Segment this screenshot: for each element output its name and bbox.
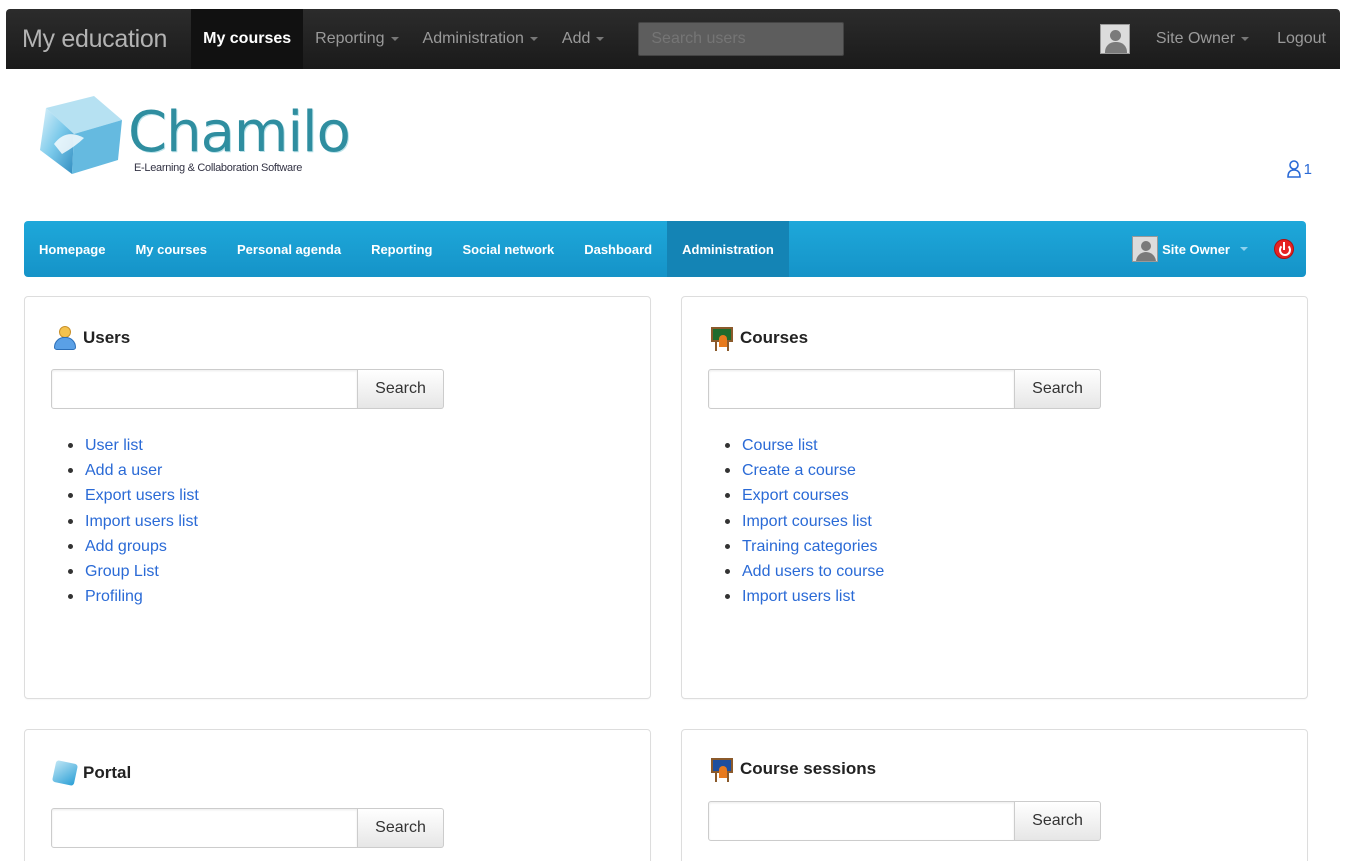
sessions-panel: Course sessions Search <box>681 729 1308 861</box>
nav-label: Administration <box>682 241 774 257</box>
nav-homepage[interactable]: Homepage <box>24 221 120 277</box>
topnav-label: Administration <box>422 30 524 47</box>
nav-personal-agenda[interactable]: Personal agenda <box>222 221 356 277</box>
sessions-search: Search <box>708 801 1101 841</box>
portal-icon <box>51 759 79 787</box>
link-add-users-to-course[interactable]: Add users to course <box>722 559 884 584</box>
user-menu[interactable]: Site Owner <box>1155 30 1250 48</box>
caret-down-icon <box>1240 247 1248 251</box>
top-navbar: My education My courses Reporting Admini… <box>6 9 1340 69</box>
link-course-list[interactable]: Course list <box>722 433 884 458</box>
logo-cube-icon <box>40 96 122 174</box>
portal-panel: Portal Search <box>24 729 651 861</box>
link-add-user[interactable]: Add a user <box>65 458 199 483</box>
topnav-administration[interactable]: Administration <box>411 9 550 69</box>
courses-search-button[interactable]: Search <box>1015 369 1101 409</box>
nav-label: Reporting <box>371 241 433 257</box>
main-navbar: Homepage My courses Personal agenda Repo… <box>24 221 1306 277</box>
courses-links: Course list Create a course Export cours… <box>722 433 884 609</box>
search-users-input[interactable] <box>638 22 845 56</box>
caret-down-icon <box>390 37 399 41</box>
notification-count: 1 <box>1303 160 1312 178</box>
courses-icon <box>708 325 736 351</box>
users-links: User list Add a user Export users list I… <box>65 433 199 609</box>
link-user-list[interactable]: User list <box>65 433 199 458</box>
nav-user-menu[interactable]: Site Owner <box>1132 236 1248 262</box>
topnav-add[interactable]: Add <box>550 9 616 69</box>
panel-title-text: Users <box>83 328 131 347</box>
power-icon[interactable] <box>1274 239 1294 259</box>
link-import-users-list[interactable]: Import users list <box>722 584 884 609</box>
link-add-groups[interactable]: Add groups <box>65 534 199 559</box>
link-create-course[interactable]: Create a course <box>722 458 884 483</box>
panel-title-text: Courses <box>740 328 809 347</box>
nav-reporting[interactable]: Reporting <box>356 221 447 277</box>
topnav-label: Reporting <box>315 30 385 47</box>
nav-label: Personal agenda <box>237 241 342 257</box>
panel-title: Course sessions <box>708 756 876 782</box>
courses-search: Search <box>708 369 1101 409</box>
nav-my-courses[interactable]: My courses <box>120 221 222 277</box>
topnav-label: My courses <box>203 30 292 47</box>
link-group-list[interactable]: Group List <box>65 559 199 584</box>
courses-panel: Courses Search Course list Create a cour… <box>681 296 1308 699</box>
link-export-users[interactable]: Export users list <box>65 483 199 508</box>
link-training-categories[interactable]: Training categories <box>722 534 884 559</box>
portal-search: Search <box>51 808 444 848</box>
caret-down-icon <box>1241 36 1250 41</box>
portal-search-button[interactable]: Search <box>358 808 444 848</box>
caret-down-icon <box>596 37 605 41</box>
sessions-icon <box>708 756 736 782</box>
brand-title[interactable]: My education <box>22 25 167 54</box>
notifications[interactable]: 1 <box>1286 160 1312 178</box>
panel-title-text: Portal <box>83 763 132 782</box>
user-menu-label: Site Owner <box>1155 30 1236 47</box>
nav-user-area: Site Owner <box>1132 221 1306 277</box>
logo-text: Chamilo <box>128 100 351 165</box>
nav-label: My courses <box>135 241 208 257</box>
panel-title: Users <box>51 325 130 351</box>
link-import-users[interactable]: Import users list <box>65 509 199 534</box>
nav-administration[interactable]: Administration <box>667 221 789 277</box>
nav-social-network[interactable]: Social network <box>447 221 569 277</box>
nav-label: Dashboard <box>584 241 653 257</box>
topnav-label: Add <box>561 30 591 47</box>
sessions-search-button[interactable]: Search <box>1015 801 1101 841</box>
avatar-icon[interactable] <box>1099 24 1130 54</box>
caret-down-icon <box>529 37 538 41</box>
topnav-my-courses[interactable]: My courses <box>191 9 304 69</box>
topnav-reporting[interactable]: Reporting <box>303 9 410 69</box>
avatar-icon <box>1132 236 1159 262</box>
top-user-area: Site Owner Logout <box>1099 9 1340 69</box>
users-search-button[interactable]: Search <box>358 369 444 409</box>
sessions-search-input[interactable] <box>708 801 1015 841</box>
users-search: Search <box>51 369 444 409</box>
panel-title: Portal <box>51 759 132 787</box>
chamilo-logo[interactable]: Chamilo E-Learning & Collaboration Softw… <box>32 94 372 184</box>
nav-dashboard[interactable]: Dashboard <box>569 221 667 277</box>
users-search-input[interactable] <box>51 369 358 409</box>
logout-link[interactable]: Logout <box>1277 30 1326 48</box>
panel-title: Courses <box>708 325 808 351</box>
portal-search-input[interactable] <box>51 808 358 848</box>
user-icon <box>1286 160 1301 178</box>
users-panel: Users Search User list Add a user Export… <box>24 296 651 699</box>
nav-user-label: Site Owner <box>1162 241 1230 257</box>
link-profiling[interactable]: Profiling <box>65 584 199 609</box>
courses-search-input[interactable] <box>708 369 1015 409</box>
nav-label: Homepage <box>39 241 106 257</box>
panel-title-text: Course sessions <box>740 759 877 778</box>
link-export-courses[interactable]: Export courses <box>722 483 884 508</box>
logo-subtitle: E-Learning & Collaboration Software <box>134 162 303 174</box>
link-import-courses[interactable]: Import courses list <box>722 509 884 534</box>
nav-label: Social network <box>462 241 555 257</box>
users-icon <box>51 325 79 351</box>
